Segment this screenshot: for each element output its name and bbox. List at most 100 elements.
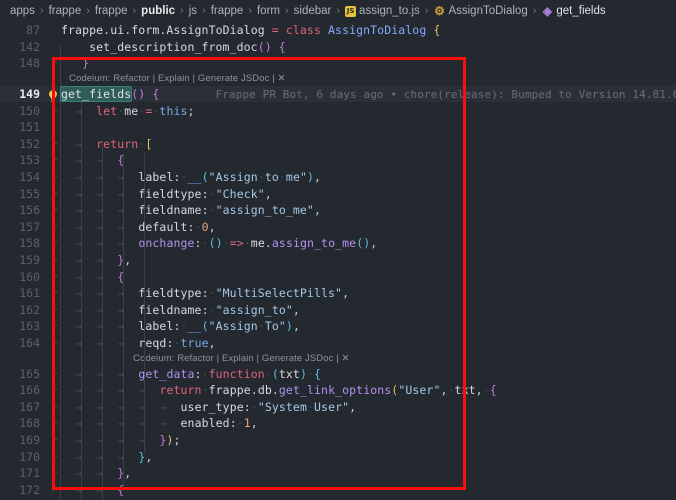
code-line[interactable]: 160 ⊢ → → {	[0, 268, 676, 285]
fold-marker[interactable]: ⊢	[49, 452, 61, 462]
breadcrumb-item-apps[interactable]: apps	[8, 5, 37, 17]
code-line[interactable]: 142 set_description_from_doc() {	[0, 39, 676, 56]
codelens-row[interactable]: Codeium: Refactor | Explain | Generate J…	[0, 72, 676, 86]
code-line[interactable]: 172 ⊢ → → {	[0, 481, 676, 498]
breadcrumb-item-frappe-2[interactable]: frappe	[93, 5, 130, 17]
codelens-codeium[interactable]: Codeium: Refactor | Explain | Generate J…	[69, 73, 286, 84]
breadcrumb-item-form[interactable]: form	[255, 5, 282, 17]
fold-marker[interactable]: ⊢	[49, 369, 61, 379]
code-line[interactable]: 150 ⊢ → let·me·=·this;	[0, 102, 676, 119]
breadcrumb-separator: ›	[284, 5, 289, 17]
breadcrumb-separator: ›	[336, 5, 341, 17]
code-line[interactable]: 152 ⊢ → return·[	[0, 136, 676, 153]
code-text: → → → → });	[75, 432, 181, 447]
code-line[interactable]: 171 ⊢ → → },	[0, 465, 676, 482]
line-number-current: 149	[19, 87, 40, 102]
fold-marker[interactable]: ⊢	[49, 418, 61, 428]
code-text: set_description_from_doc() {	[89, 39, 286, 54]
fold-marker[interactable]: ⊢	[49, 305, 61, 315]
line-number: 162	[19, 302, 40, 317]
fold-marker[interactable]: ⊢	[49, 106, 61, 116]
code-line[interactable]: 156 ⊢ → → → fieldname:·"assign_to_me",	[0, 202, 676, 219]
code-line[interactable]: 167 ⊢ → → → → → user_type:·"System·User"…	[0, 398, 676, 415]
line-number: 164	[19, 335, 40, 350]
code-line[interactable]: 166 ⊢ → → → → return·frappe.db.get_link_…	[0, 382, 676, 399]
code-text: → → → get_data:·function·(txt)·{	[75, 366, 322, 381]
breadcrumb-label: form	[256, 5, 280, 17]
fold-marker[interactable]: ⊢	[49, 402, 61, 412]
code-line[interactable]: 169 ⊢ → → → → });	[0, 432, 676, 449]
code-line[interactable]: 165 ⊢ → → → get_data:·function·(txt)·{	[0, 365, 676, 382]
breadcrumb[interactable]: apps › frappe › frappe › public › js › f…	[0, 0, 676, 22]
line-number: 151	[19, 120, 40, 135]
breadcrumb-separator: ›	[248, 5, 252, 17]
code-text: → → → label:·__("Assign·to·me"),	[75, 170, 322, 185]
code-line[interactable]: 87 frappe.ui.form.AssignToDialog = class…	[0, 22, 676, 39]
fold-marker[interactable]: ⊢	[49, 255, 61, 265]
code-text: → → },	[75, 466, 132, 481]
code-text: get_fields() { Frappe PR Bot, 6 days ago…	[59, 86, 676, 103]
line-number: 171	[19, 466, 40, 481]
breadcrumb-item-assign-to-js[interactable]: JS assign_to.js	[343, 5, 422, 17]
code-text: → → → fieldtype:·"Check",	[75, 186, 272, 201]
fold-marker[interactable]: ⊢	[49, 189, 61, 199]
breadcrumb-item-frappe-1[interactable]: frappe	[47, 5, 84, 17]
line-number: 153	[19, 153, 40, 168]
fold-marker[interactable]: ⊢	[49, 338, 61, 348]
code-line[interactable]: 168 ⊢ → → → → → enabled:·1,	[0, 415, 676, 432]
fold-marker[interactable]: ⊢	[49, 435, 61, 445]
code-text: → → },	[75, 253, 132, 268]
code-text: → → {	[75, 153, 125, 168]
breadcrumb-item-js[interactable]: js	[187, 5, 199, 17]
code-line-current[interactable]: 149 ⊢ get_fields() { Frappe PR Bot, 6 da…	[0, 85, 676, 103]
method-icon: ◈	[542, 3, 552, 18]
fold-marker[interactable]: ⊢	[49, 58, 61, 68]
fold-marker[interactable]: ⊢	[49, 139, 61, 149]
code-line[interactable]: 164 ⊢ → → → reqd:·true,	[0, 335, 676, 352]
breadcrumb-item-frappe-3[interactable]: frappe	[209, 5, 246, 17]
code-line[interactable]: 170 ⊢ → → → },	[0, 448, 676, 465]
code-line[interactable]: 162 ⊢ → → → fieldname:·"assign_to",	[0, 302, 676, 319]
fold-marker[interactable]: ⊢	[49, 272, 61, 282]
fold-marker[interactable]: ⊢	[49, 485, 61, 495]
breadcrumb-label: frappe	[48, 5, 82, 17]
code-text: → → → fieldname:·"assign_to_me",	[75, 203, 321, 218]
code-line[interactable]: 158 ⊢ → → → onchange:·()·=>·me.assign_to…	[0, 235, 676, 252]
code-line[interactable]: 161 ⊢ → → → fieldtype:·"MultiSelectPills…	[0, 285, 676, 302]
line-number: 169	[19, 432, 40, 447]
code-editor[interactable]: 87 frappe.ui.form.AssignToDialog = class…	[0, 22, 676, 500]
breadcrumb-item-assigntodialog[interactable]: ⚙ AssignToDialog	[431, 5, 529, 18]
line-number: 170	[19, 449, 40, 464]
breadcrumb-item-sidebar[interactable]: sidebar	[292, 5, 334, 17]
code-line[interactable]: 163 ⊢ → → → label:·__("Assign·To"),	[0, 318, 676, 335]
code-line[interactable]: 155 ⊢ → → → fieldtype:·"Check",	[0, 185, 676, 202]
fold-marker[interactable]: ⊢	[49, 238, 61, 248]
code-text: → let·me·=·this;	[75, 103, 195, 118]
line-number: 152	[19, 136, 40, 151]
code-line[interactable]: 148 ⊢ }	[0, 55, 676, 72]
code-line[interactable]: 154 ⊢ → → → label:·__("Assign·to·me"),	[0, 169, 676, 186]
breadcrumb-label: get_fields	[556, 5, 606, 17]
code-text: }	[82, 56, 90, 71]
code-line[interactable]: 153 ⊢ → → {	[0, 152, 676, 169]
fold-marker[interactable]: ⊢	[49, 222, 61, 232]
fold-marker[interactable]: ⊢	[49, 155, 61, 165]
codelens-codeium[interactable]: Codeium: Refactor | Explain | Generate J…	[133, 353, 350, 364]
quick-fix-lightbulb-icon[interactable]	[46, 89, 60, 105]
breadcrumb-item-get-fields[interactable]: ◈ get_fields	[539, 3, 607, 18]
breadcrumb-label: sidebar	[293, 5, 332, 17]
fold-marker[interactable]: ⊢	[49, 288, 61, 298]
fold-marker[interactable]: ⊢	[49, 468, 61, 478]
breadcrumb-item-public[interactable]: public	[139, 5, 177, 17]
fold-marker[interactable]: ⊢	[49, 205, 61, 215]
breadcrumb-label: js	[188, 5, 198, 17]
fold-marker[interactable]: ⊢	[49, 385, 61, 395]
fold-marker[interactable]: ⊢	[49, 172, 61, 182]
fold-marker[interactable]: ⊢	[49, 321, 61, 331]
code-text: → → → fieldname:·"assign_to",	[75, 302, 300, 317]
code-line[interactable]: 159 ⊢ → → },	[0, 252, 676, 269]
code-text: → → → onchange:·()·=>·me.assign_to_me(),	[75, 236, 378, 251]
selected-token[interactable]: get_fields	[59, 86, 133, 103]
code-line[interactable]: 151	[0, 119, 676, 136]
code-line[interactable]: 157 ⊢ → → → default:·0,	[0, 219, 676, 236]
